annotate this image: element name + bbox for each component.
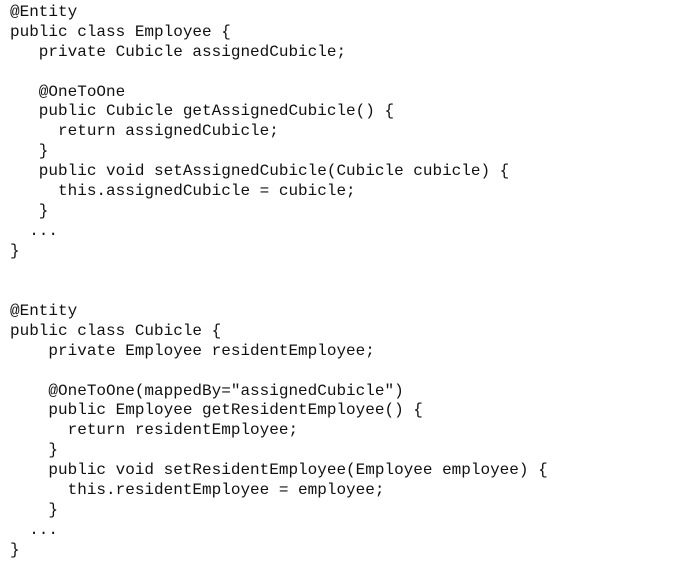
code-line: } xyxy=(10,500,59,519)
code-line: } xyxy=(10,201,49,220)
code-line: this.assignedCubicle = cubicle; xyxy=(10,182,356,201)
code-line: public void setResidentEmployee(Employee… xyxy=(10,461,548,480)
code-line: private Cubicle assignedCubicle; xyxy=(10,42,347,61)
code-line: @Entity xyxy=(10,302,78,320)
code-line: return assignedCubicle; xyxy=(10,122,279,141)
code-line: public class Employee { xyxy=(10,22,231,41)
code-line: public Employee getResidentEmployee() { xyxy=(10,401,423,420)
code-line: this.residentEmployee = employee; xyxy=(10,481,385,500)
code-line: public Cubicle getAssignedCubicle() { xyxy=(10,102,395,121)
employee-class-code-block: @Entity public class Employee { private C… xyxy=(10,3,509,262)
code-line: } xyxy=(10,540,20,559)
code-line: @Entity xyxy=(10,3,78,21)
code-line: } xyxy=(10,241,20,260)
code-line: ... xyxy=(10,221,59,240)
code-line: private Employee residentEmployee; xyxy=(10,341,375,360)
code-line: return residentEmployee; xyxy=(10,421,299,440)
code-line: } xyxy=(10,441,59,460)
code-line: @OneToOne(mappedBy="assignedCubicle") xyxy=(10,381,404,400)
cubicle-class-code-block: @Entity public class Cubicle { private Em… xyxy=(10,302,548,561)
code-line: public class Cubicle { xyxy=(10,321,222,340)
code-listing-page: @Entity public class Employee { private C… xyxy=(0,0,685,567)
code-line: public void setAssignedCubicle(Cubicle c… xyxy=(10,162,510,181)
code-line: @OneToOne xyxy=(10,82,126,101)
code-line: ... xyxy=(10,520,59,539)
code-line: } xyxy=(10,142,49,161)
